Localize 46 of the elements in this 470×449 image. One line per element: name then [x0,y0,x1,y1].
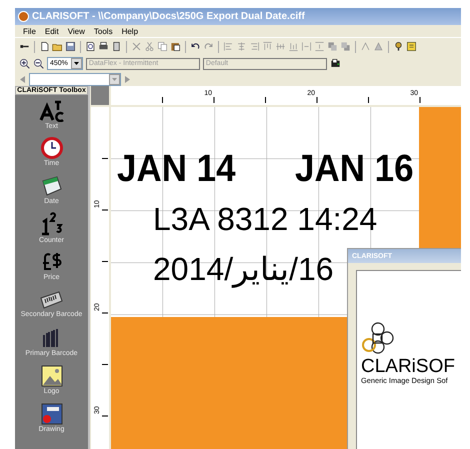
cut-icon[interactable] [144,41,155,52]
picture-icon [40,365,62,387]
align-right-icon[interactable] [249,41,260,52]
bring-front-icon[interactable] [327,41,338,52]
brand-name: CLARiSOF [361,357,456,376]
delete-icon[interactable] [131,41,142,52]
align-top-icon[interactable] [262,41,273,52]
label-text: JAN 14 [117,150,236,188]
letters-icon [38,98,64,122]
digits-icon [40,212,64,236]
caret-icon [74,62,79,65]
currency-icon [40,251,62,273]
paste-icon[interactable] [170,41,181,52]
clover-logo-icon [361,321,395,355]
print-preview-icon[interactable] [85,41,96,52]
caret-icon [112,78,117,80]
barcode-reader-icon [39,290,64,310]
clock-icon [40,137,62,159]
drawing-icon [40,403,62,425]
label-text: L3A 8312 14:24 [153,203,378,235]
left-arrow-icon[interactable] [20,76,25,82]
align-center-icon[interactable] [236,41,247,52]
zoom-in-icon[interactable] [19,58,30,69]
menu-item[interactable]: Edit [44,26,59,36]
align-middle-icon[interactable] [275,41,286,52]
printer-icon[interactable] [330,58,341,69]
menu-item[interactable]: Help [122,26,138,36]
menu-item[interactable]: View [68,26,85,36]
menu-item[interactable]: Tools [94,26,113,36]
save-icon[interactable] [65,41,76,52]
align-bottom-icon[interactable] [288,41,299,52]
label-text: JAN 16 [295,150,414,188]
distribute-vertical-icon[interactable] [314,41,325,52]
document-icon[interactable] [111,41,122,52]
align-left-icon[interactable] [223,41,234,52]
menu-item[interactable]: File [23,26,36,36]
printer-icon[interactable] [98,41,109,52]
open-folder-icon[interactable] [52,41,63,52]
window-title: CLARISOFT - \\Company\Docs\250G Export Dual Date.ciff [32,11,305,22]
calendar-icon [40,175,62,197]
new-file-icon[interactable] [39,41,50,52]
distribute-icon[interactable] [301,41,312,52]
zoom-out-icon[interactable] [33,58,44,69]
app-icon [18,11,29,22]
send-back-icon[interactable] [340,41,351,52]
right-arrow-icon[interactable] [125,76,130,82]
